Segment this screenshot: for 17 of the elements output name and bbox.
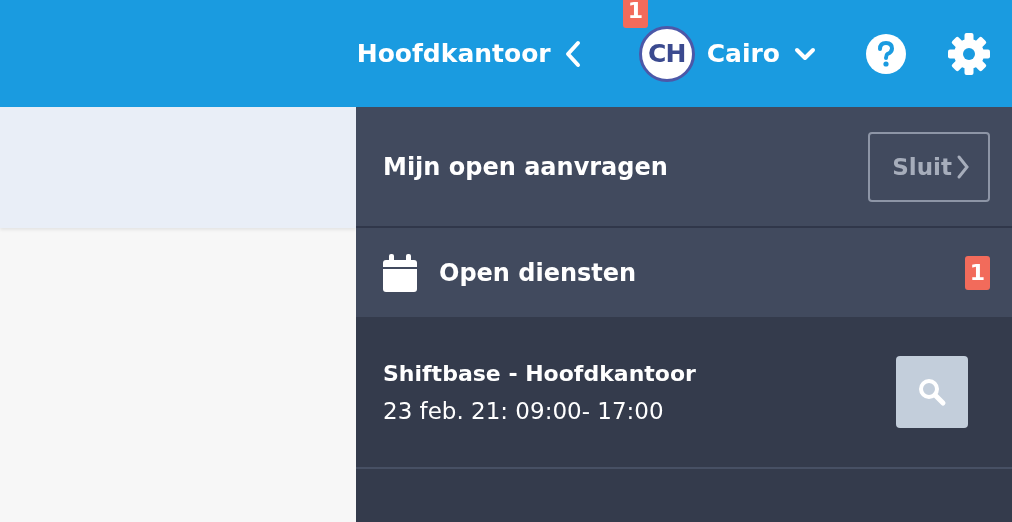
- shift-title: Shiftbase - Hoofdkantoor: [383, 360, 696, 386]
- help-icon[interactable]: [866, 33, 906, 74]
- shift-time: 23 feb. 21: 09:00- 17:00: [383, 397, 665, 424]
- count-badge: 1: [964, 255, 990, 290]
- chevron-right-icon: [956, 153, 970, 180]
- section-title[interactable]: Open diensten: [439, 258, 965, 287]
- calendar-icon: [383, 253, 417, 292]
- notification-badge: 1: [622, 0, 648, 28]
- settings-icon[interactable]: [948, 32, 990, 75]
- panel-title: Mijn open aanvragen: [383, 152, 668, 181]
- search-icon: [917, 377, 947, 407]
- chevron-left-icon[interactable]: [564, 39, 581, 68]
- close-button[interactable]: Sluit: [868, 131, 990, 202]
- user-avatar[interactable]: CH: [638, 25, 695, 82]
- search-button[interactable]: [896, 356, 968, 428]
- location-name: Hoofdkantoor: [356, 39, 551, 68]
- chevron-down-icon[interactable]: [794, 46, 816, 61]
